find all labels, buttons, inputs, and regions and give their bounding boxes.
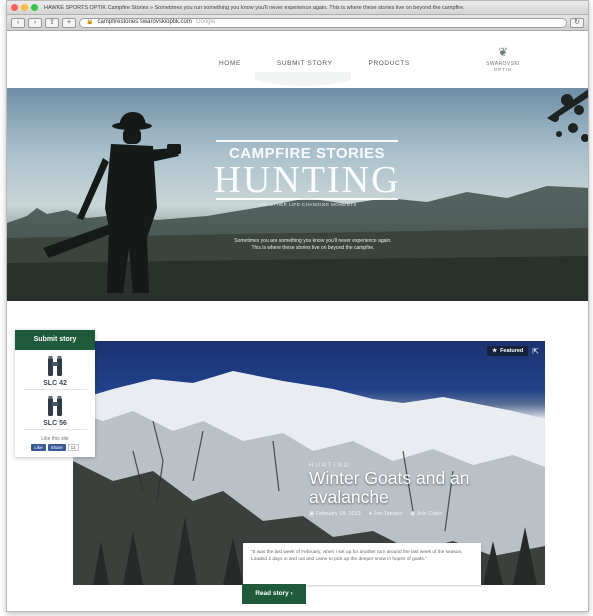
hero-headline: CAMPFIRE STORIES HUNTING AND OTHER LIFE-… bbox=[212, 140, 402, 207]
story-location-text: Join Cabin bbox=[416, 511, 443, 517]
hero-banner: CAMPFIRE STORIES HUNTING AND OTHER LIFE-… bbox=[7, 88, 588, 301]
hero-strap: AND OTHER LIFE-CHANGING MOMENTS bbox=[257, 202, 357, 207]
site-navigation: HOME SUBMIT STORY PRODUCTS ❦ SWAROVSKI O… bbox=[7, 32, 588, 88]
address-bar-url: campfirestories.swarovskioptik.com bbox=[97, 19, 192, 25]
expand-icon[interactable]: ⇱ bbox=[532, 347, 539, 356]
binoculars-icon bbox=[48, 396, 62, 416]
binoculars-icon bbox=[48, 356, 62, 376]
swan-logo-icon: ❦ bbox=[497, 45, 509, 59]
story-excerpt: "It was the last week of February, when … bbox=[243, 543, 481, 585]
address-bar[interactable]: 🔒 campfirestories.swarovskioptik.com Goo… bbox=[79, 17, 567, 28]
zoom-window-button[interactable] bbox=[31, 4, 38, 11]
like-label: Like this site bbox=[41, 436, 69, 442]
featured-tools: ★ Featured ⇱ bbox=[487, 346, 539, 356]
browser-window: HAWKE SPORTS OPTIK Campfire Stories » So… bbox=[6, 0, 589, 612]
active-tab-indicator bbox=[255, 72, 351, 86]
read-story-button[interactable]: Read story › bbox=[242, 584, 306, 604]
sidebar-widget: Submit story SLC 42 SLC 56 Like this sit… bbox=[15, 330, 95, 457]
story-author: ● Jon Tamara bbox=[369, 511, 403, 517]
story-heading: HUNTING Winter Goats and an avalanche ▦ … bbox=[309, 463, 519, 517]
nav-links: HOME SUBMIT STORY PRODUCTS bbox=[201, 60, 428, 67]
product-name: SLC 42 bbox=[43, 380, 67, 387]
story-date: ▦ February 18, 2013 bbox=[309, 511, 361, 517]
minimize-window-button[interactable] bbox=[21, 4, 28, 11]
close-window-button[interactable] bbox=[11, 4, 18, 11]
share-button[interactable]: ⇪ bbox=[45, 17, 59, 28]
featured-badge: ★ Featured bbox=[487, 346, 529, 356]
secure-lock-icon: 🔒 bbox=[86, 19, 94, 25]
hero-tagline: Sometimes you are something you know you… bbox=[203, 238, 423, 252]
window-controls bbox=[11, 4, 38, 11]
product-slc-42[interactable]: SLC 42 bbox=[23, 350, 87, 390]
calendar-icon: ▦ bbox=[309, 511, 316, 517]
star-icon: ★ bbox=[492, 348, 498, 354]
add-bookmark-button[interactable]: + bbox=[62, 17, 76, 28]
hero-title: HUNTING bbox=[213, 159, 401, 201]
brand-sub: OPTIK bbox=[493, 67, 513, 72]
reload-button[interactable]: ↻ bbox=[570, 17, 584, 28]
product-slc-56[interactable]: SLC 56 bbox=[23, 390, 87, 430]
product-name: SLC 56 bbox=[43, 420, 67, 427]
browser-toolbar: ‹ › ⇪ + 🔒 campfirestories.swarovskioptik… bbox=[7, 15, 588, 31]
brand-logo[interactable]: ❦ SWAROVSKI OPTIK bbox=[479, 46, 527, 72]
window-title: HAWKE SPORTS OPTIK Campfire Stories » So… bbox=[44, 4, 465, 11]
hero-tagline-line-1: Sometimes you are something you know you… bbox=[234, 238, 392, 244]
nav-home[interactable]: HOME bbox=[201, 60, 259, 67]
story-location: ◉ Join Cabin bbox=[410, 511, 442, 517]
hero-tagline-line-2: This is where these stories live on beyo… bbox=[251, 245, 375, 251]
facebook-like-button[interactable]: Like bbox=[31, 444, 46, 451]
hero-rule-top bbox=[216, 140, 398, 142]
search-engine-hint: Google bbox=[195, 19, 216, 25]
window-titlebar: HAWKE SPORTS OPTIK Campfire Stories » So… bbox=[7, 1, 588, 15]
facebook-buttons: Like Share 12 bbox=[15, 444, 95, 451]
facebook-share-button[interactable]: Share bbox=[47, 444, 66, 451]
story-title[interactable]: Winter Goats and an avalanche bbox=[309, 469, 519, 507]
back-button[interactable]: ‹ bbox=[11, 17, 25, 28]
submit-story-button[interactable]: Submit story bbox=[15, 330, 95, 350]
story-date-text: February 18, 2013 bbox=[315, 511, 361, 517]
facebook-like-count: 12 bbox=[67, 444, 79, 451]
forward-button[interactable]: › bbox=[28, 17, 42, 28]
story-meta: ▦ February 18, 2013 ● Jon Tamara ◉ Join … bbox=[309, 511, 519, 517]
nav-products[interactable]: PRODUCTS bbox=[351, 60, 428, 67]
featured-label: Featured bbox=[500, 348, 524, 354]
nav-submit-story[interactable]: SUBMIT STORY bbox=[259, 60, 351, 67]
story-author-text: Jon Tamara bbox=[373, 511, 403, 517]
